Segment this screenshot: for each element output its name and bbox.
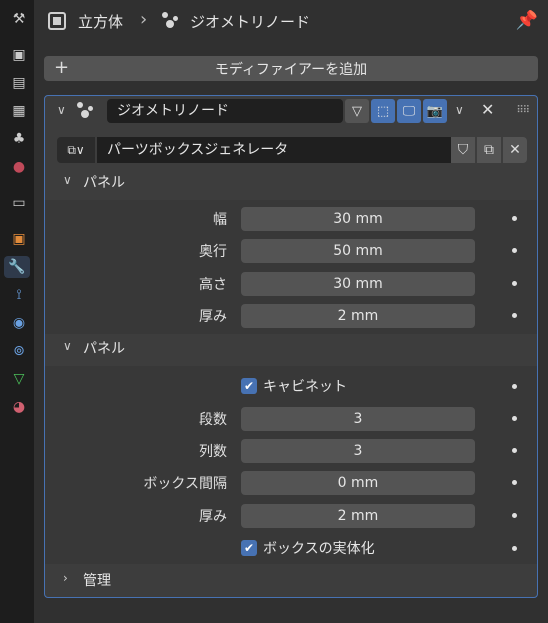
edit-mode-toggle-icon[interactable]: ⬚ — [371, 99, 395, 123]
columns-label: 列数 — [199, 444, 227, 460]
chevron-down-icon[interactable]: ∨ — [57, 103, 66, 117]
particles-properties-icon[interactable]: ⟟ — [8, 284, 30, 306]
unlink-close-icon[interactable]: ✕ — [503, 137, 527, 163]
output-properties-icon[interactable]: ▤ — [8, 72, 30, 94]
box-spacing-label: ボックス間隔 — [143, 476, 227, 492]
render-properties-icon[interactable]: ▣ — [8, 44, 30, 66]
chevron-right-icon: › — [140, 9, 148, 30]
width-label: 幅 — [213, 212, 227, 228]
cabinet-checkbox-label: キャビネット — [263, 379, 347, 395]
node-tree-browse-icon[interactable]: ⧉∨ — [57, 137, 95, 163]
node-group-selector: ⧉∨ パーツボックスジェネレータ ⛉ ⧉ ✕ — [57, 137, 529, 163]
rows-label: 段数 — [199, 412, 227, 428]
height-field[interactable]: 30 mm — [241, 272, 475, 296]
width-field[interactable]: 30 mm — [241, 207, 475, 231]
properties-tab-sidebar: ⚒ ▣ ▤ ▦ ♣ ● ▭ ▣ 🔧 ⟟ ◉ ⊚ ▽ ◕ — [0, 0, 34, 623]
breadcrumb: 立方体 › ジオメトリノード 📌 — [34, 0, 548, 42]
keyframe-dot-icon[interactable] — [512, 313, 517, 318]
mesh-object-icon — [48, 12, 66, 30]
add-modifier-label: モディファイアーを追加 — [214, 61, 368, 78]
scene-properties-icon[interactable]: ♣ — [8, 128, 30, 150]
keyframe-dot-icon[interactable] — [512, 216, 517, 221]
modifier-breadcrumb-name: ジオメトリノード — [190, 13, 311, 31]
view-layer-icon[interactable]: ▦ — [8, 100, 30, 122]
remove-modifier-close-icon[interactable]: ✕ — [481, 100, 494, 119]
plus-icon: + — [54, 57, 70, 78]
object-data-icon[interactable]: ▽ — [8, 368, 30, 390]
box-spacing-field[interactable]: 0 mm — [241, 471, 475, 495]
height-label: 高さ — [199, 277, 227, 293]
world-properties-icon[interactable]: ● — [8, 156, 30, 178]
tool-settings-icon[interactable]: ⚒ — [8, 8, 30, 30]
keyframe-dot-icon[interactable] — [512, 384, 517, 389]
render-toggle-icon[interactable]: 📷 — [423, 99, 447, 123]
realize-boxes-checkbox[interactable]: ✔ — [241, 540, 257, 556]
keyframe-dot-icon[interactable] — [512, 546, 517, 551]
keyframe-dot-icon[interactable] — [512, 480, 517, 485]
depth-field[interactable]: 50 mm — [241, 239, 475, 263]
realize-boxes-checkbox-label: ボックスの実体化 — [263, 541, 375, 557]
cabinet-checkbox-row[interactable]: ✔ キャビネット — [241, 376, 347, 396]
panel-section-2-body: ✔ キャビネット 段数 3 列数 3 ボックス間隔 0 mm 厚み 2 mm ✔… — [45, 366, 537, 564]
keyframe-dot-icon[interactable] — [512, 416, 517, 421]
material-properties-icon[interactable]: ◕ — [8, 396, 30, 418]
thickness-label: 厚み — [199, 509, 227, 525]
physics-properties-icon[interactable]: ◉ — [8, 312, 30, 334]
columns-field[interactable]: 3 — [241, 439, 475, 463]
modifier-properties-icon[interactable]: 🔧 — [4, 256, 30, 278]
viewport-toggle-icon[interactable]: 🖵 — [397, 99, 421, 123]
pin-icon[interactable]: 📌 — [516, 10, 538, 31]
thickness-field[interactable]: 2 mm — [241, 304, 475, 328]
modifier-menu-chevron-icon[interactable]: ∨ — [455, 103, 464, 117]
constraints-properties-icon[interactable]: ⊚ — [8, 340, 30, 362]
panel-section-1-header[interactable]: ∨ パネル — [45, 168, 537, 196]
chevron-down-icon: ∨ — [63, 173, 72, 187]
fake-user-shield-icon[interactable]: ⛉ — [451, 137, 475, 163]
realize-boxes-checkbox-row[interactable]: ✔ ボックスの実体化 — [241, 538, 375, 558]
panel-section-1-body: 幅 30 mm 奥行 50 mm 高さ 30 mm 厚み 2 mm — [45, 200, 537, 334]
thickness-field[interactable]: 2 mm — [241, 504, 475, 528]
keyframe-dot-icon[interactable] — [512, 281, 517, 286]
keyframe-dot-icon[interactable] — [512, 448, 517, 453]
chevron-down-icon: ∨ — [63, 339, 72, 353]
geometry-nodes-icon — [160, 11, 180, 31]
management-label: 管理 — [83, 573, 111, 589]
modifier-header: ∨ ジオメトリノード ▽ ⬚ 🖵 📷 ∨ ✕ ⠿⠿ — [45, 96, 537, 126]
object-properties-icon[interactable]: ▣ — [8, 228, 30, 250]
chevron-right-icon: › — [63, 571, 68, 585]
panel-section-2-header[interactable]: ∨ パネル — [45, 334, 537, 362]
cabinet-checkbox[interactable]: ✔ — [241, 378, 257, 394]
object-name: 立方体 — [78, 13, 124, 31]
thickness-label: 厚み — [199, 309, 227, 325]
duplicate-node-group-icon[interactable]: ⧉ — [477, 137, 501, 163]
keyframe-dot-icon[interactable] — [512, 513, 517, 518]
node-group-name-field[interactable]: パーツボックスジェネレータ — [97, 137, 451, 163]
geometry-nodes-icon — [75, 101, 95, 121]
add-modifier-button[interactable]: + モディファイアーを追加 — [44, 56, 538, 81]
section-2-label: パネル — [83, 341, 125, 357]
rows-field[interactable]: 3 — [241, 407, 475, 431]
section-1-label: パネル — [83, 175, 125, 191]
management-section-header[interactable]: › 管理 — [45, 566, 537, 594]
geometry-nodes-modifier-panel: ∨ ジオメトリノード ▽ ⬚ 🖵 📷 ∨ ✕ ⠿⠿ ⧉∨ パーツボックスジェネレ… — [44, 95, 538, 598]
drag-handle-icon[interactable]: ⠿⠿ — [516, 105, 530, 116]
keyframe-dot-icon[interactable] — [512, 248, 517, 253]
modifier-name-field[interactable]: ジオメトリノード — [107, 99, 343, 123]
collection-properties-icon[interactable]: ▭ — [8, 192, 30, 214]
on-cage-toggle-icon[interactable]: ▽ — [345, 99, 369, 123]
depth-label: 奥行 — [199, 244, 227, 260]
